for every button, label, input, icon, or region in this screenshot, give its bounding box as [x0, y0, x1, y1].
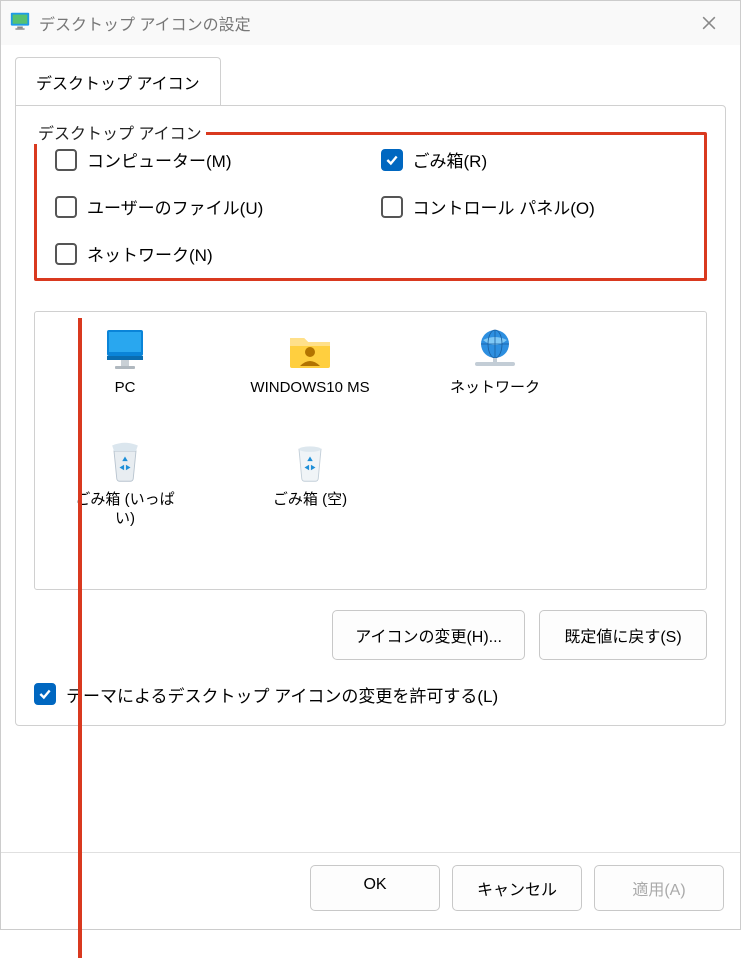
group-desktop-icons: デスクトップ アイコン コンピューター(M) ごみ箱(R) — [34, 132, 707, 660]
ok-button[interactable]: OK — [310, 865, 440, 911]
tab-desktop-icons[interactable]: デスクトップ アイコン — [15, 57, 221, 106]
tabstrip: デスクトップ アイコン — [1, 45, 740, 106]
icon-item-user-folder[interactable]: WINDOWS10 MS — [235, 326, 385, 398]
dialog-window: デスクトップ アイコンの設定 デスクトップ アイコン デスクトップ アイコン コ… — [0, 0, 741, 930]
icon-label: ごみ箱 (いっぱい) — [75, 490, 175, 529]
recycle-bin-full-icon — [101, 438, 149, 486]
checkbox-network[interactable]: ネットワーク(N) — [55, 241, 361, 266]
icon-label: WINDOWS10 MS — [250, 378, 369, 398]
window-title: デスクトップ アイコンの設定 — [39, 11, 251, 35]
icon-item-bin-empty[interactable]: ごみ箱 (空) — [235, 438, 385, 529]
icon-item-pc[interactable]: PC — [75, 326, 175, 398]
change-icon-button[interactable]: アイコンの変更(H)... — [332, 610, 525, 660]
icon-label: ごみ箱 (空) — [273, 490, 347, 510]
checkbox-box — [381, 149, 403, 171]
checkbox-control-panel[interactable]: コントロール パネル(O) — [381, 194, 687, 219]
icon-label: ネットワーク — [450, 378, 540, 398]
highlight-box: コンピューター(M) ごみ箱(R) ユーザーのファイル(U) — [34, 132, 707, 281]
user-folder-icon — [286, 326, 334, 374]
checkbox-box — [34, 683, 56, 705]
checkbox-label: テーマによるデスクトップ アイコンの変更を許可する(L) — [66, 682, 498, 707]
checkbox-recycle-bin[interactable]: ごみ箱(R) — [381, 147, 687, 172]
annotation-callout-line — [78, 318, 82, 958]
apply-button[interactable]: 適用(A) — [594, 865, 724, 911]
close-button[interactable] — [686, 7, 732, 39]
restore-defaults-button[interactable]: 既定値に戻す(S) — [539, 610, 707, 660]
pc-icon — [101, 326, 149, 374]
checkbox-label: ユーザーのファイル(U) — [87, 194, 263, 219]
icon-item-bin-full[interactable]: ごみ箱 (いっぱい) — [75, 438, 175, 529]
icon-label: PC — [115, 378, 136, 398]
network-icon — [471, 326, 519, 374]
checkbox-box — [381, 196, 403, 218]
icon-item-network[interactable]: ネットワーク — [445, 326, 545, 398]
tab-panel: デスクトップ アイコン コンピューター(M) ごみ箱(R) — [15, 105, 726, 726]
checkbox-box — [55, 243, 77, 265]
checkbox-user-files[interactable]: ユーザーのファイル(U) — [55, 194, 361, 219]
checkbox-label: コントロール パネル(O) — [413, 194, 595, 219]
titlebar: デスクトップ アイコンの設定 — [1, 1, 740, 45]
group-label: デスクトップ アイコン — [34, 120, 206, 144]
checkbox-label: コンピューター(M) — [87, 147, 231, 172]
checkbox-allow-theme[interactable]: テーマによるデスクトップ アイコンの変更を許可する(L) — [34, 682, 707, 707]
icon-preview-list: PC WINDOWS10 MS — [34, 311, 707, 590]
app-icon — [9, 10, 31, 36]
checkbox-box — [55, 149, 77, 171]
checkbox-label: ごみ箱(R) — [413, 147, 488, 172]
dialog-button-row: OK キャンセル 適用(A) — [1, 852, 740, 929]
checkbox-label: ネットワーク(N) — [87, 241, 213, 266]
checkbox-box — [55, 196, 77, 218]
cancel-button[interactable]: キャンセル — [452, 865, 582, 911]
checkbox-computer[interactable]: コンピューター(M) — [55, 147, 361, 172]
recycle-bin-empty-icon — [286, 438, 334, 486]
